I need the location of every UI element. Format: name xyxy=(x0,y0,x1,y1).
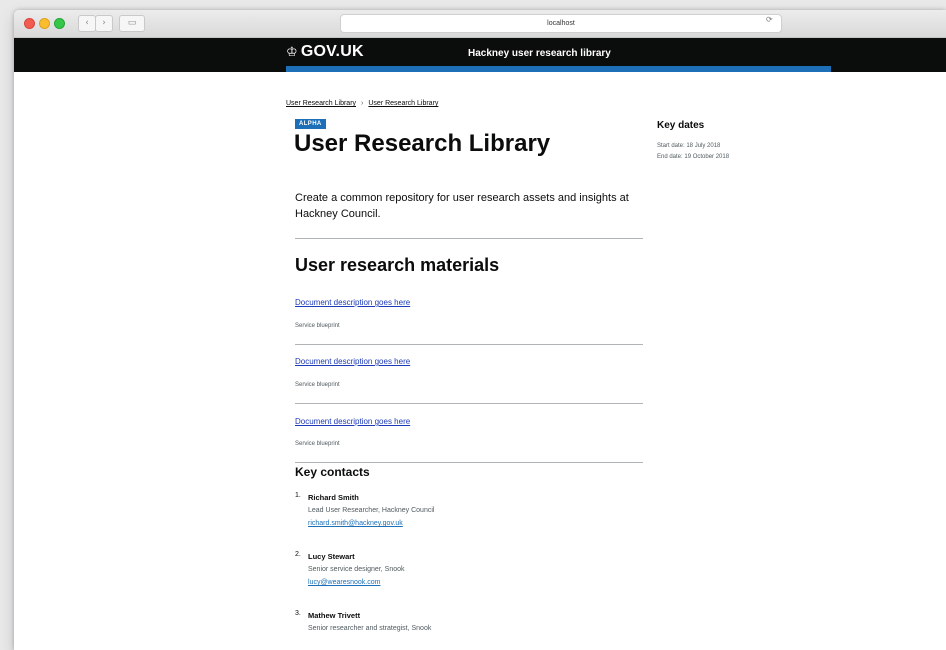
contact-email-link[interactable]: richard.smith@hackney.gov.uk xyxy=(308,520,403,527)
browser-titlebar: ‹ › ▭ localhost ⟳ xyxy=(14,10,946,38)
zoom-window-button[interactable] xyxy=(54,18,65,29)
contact-number: 2. xyxy=(295,551,301,558)
header-blue-underline xyxy=(286,66,831,72)
document-link[interactable]: Document description goes here xyxy=(295,298,410,307)
contacts-heading: Key contacts xyxy=(295,465,370,479)
contact-name: Mathew Trivett xyxy=(308,611,361,620)
govuk-logo[interactable]: ♔ GOV.UK xyxy=(286,43,364,61)
contact-email-link[interactable]: lucy@wearesnook.com xyxy=(308,579,380,586)
materials-heading: User research materials xyxy=(295,255,500,275)
document-type: Service blueprint xyxy=(295,323,340,329)
contact-role: Senior researcher and strategist, Snook xyxy=(308,625,432,632)
breadcrumb-separator: › xyxy=(361,100,364,107)
document-link[interactable]: Document description goes here xyxy=(295,357,410,366)
breadcrumb-link-1[interactable]: User Research Library xyxy=(286,100,356,107)
end-date: End date: 19 October 2018 xyxy=(657,154,730,160)
phase-tag: ALPHA xyxy=(295,119,326,129)
start-date: Start date: 18 July 2018 xyxy=(657,143,721,149)
browser-window: ‹ › ▭ localhost ⟳ ♔ GOV.UK Hackney user r… xyxy=(14,10,946,650)
section-divider xyxy=(295,238,643,239)
logo-text: GOV.UK xyxy=(300,43,364,60)
contact-role: Senior service designer, Snook xyxy=(308,566,405,573)
document-divider xyxy=(295,462,643,463)
lead-paragraph: Create a common repository for user rese… xyxy=(295,192,629,220)
contact-name: Lucy Stewart xyxy=(308,552,355,561)
breadcrumb-link-2[interactable]: User Research Library xyxy=(368,100,438,107)
sidebar-toggle-icon[interactable]: ▭ xyxy=(119,15,145,32)
document-divider xyxy=(295,344,643,345)
minimize-window-button[interactable] xyxy=(39,18,50,29)
document-link[interactable]: Document description goes here xyxy=(295,417,410,426)
contact-number: 3. xyxy=(295,610,301,617)
document-divider xyxy=(295,403,643,404)
page-title: User Research Library xyxy=(294,130,551,157)
key-dates-sidebar: Key dates Start date: 18 July 2018 End d… xyxy=(657,120,837,163)
crown-icon: ♔ xyxy=(286,45,298,60)
key-dates-heading: Key dates xyxy=(657,120,705,131)
forward-button[interactable]: › xyxy=(95,15,113,32)
close-window-button[interactable] xyxy=(24,18,35,29)
breadcrumb: User Research Library › User Research Libr… xyxy=(286,100,438,107)
service-name[interactable]: Hackney user research library xyxy=(468,48,611,59)
reload-icon[interactable]: ⟳ xyxy=(766,15,773,24)
contact-number: 1. xyxy=(295,492,301,499)
back-button[interactable]: ‹ xyxy=(78,15,96,32)
document-type: Service blueprint xyxy=(295,382,340,388)
document-type: Service blueprint xyxy=(295,441,340,447)
address-bar[interactable]: localhost xyxy=(340,14,782,33)
contact-name: Richard Smith xyxy=(308,493,359,502)
contact-role: Lead User Researcher, Hackney Council xyxy=(308,507,435,514)
